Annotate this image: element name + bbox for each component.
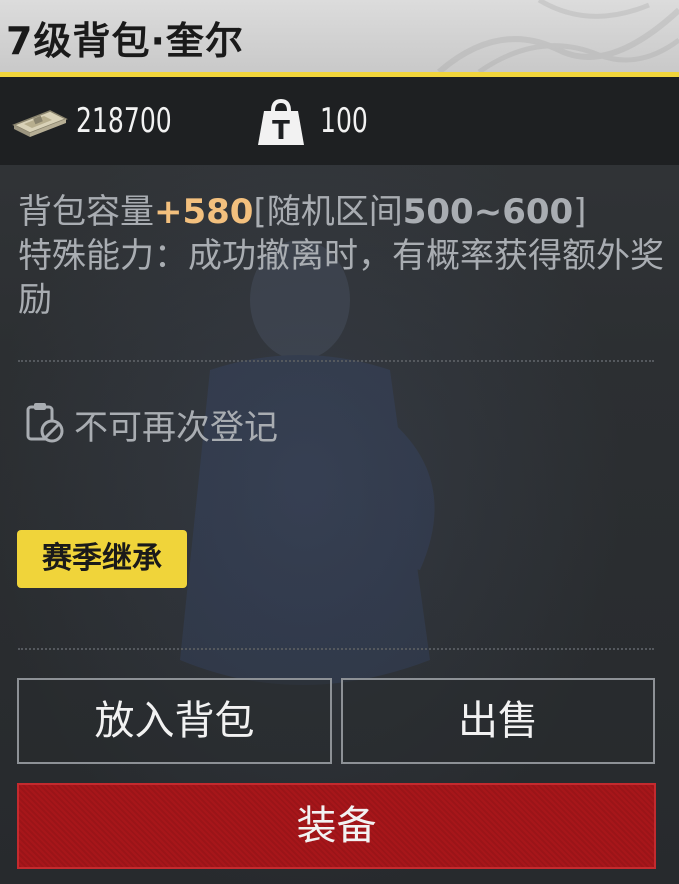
currency-bar: 218700 T 100 <box>0 77 679 165</box>
svg-text:T: T <box>272 116 290 146</box>
title-decoration <box>437 0 679 72</box>
range-value: 500~600 <box>402 192 574 232</box>
weight-value: 100 <box>320 101 368 141</box>
item-detail-panel: 7级背包·奎尔 218700 T 100 背包容量+580[随机区间500~60… <box>0 0 679 884</box>
clipboard-forbidden-icon <box>26 403 64 443</box>
range-open: [随机区间 <box>253 192 403 232</box>
cash-stack-icon <box>12 110 68 137</box>
range-close: ] <box>573 192 587 232</box>
money-value: 218700 <box>76 101 172 141</box>
sell-button[interactable]: 出售 <box>341 678 655 764</box>
equip-button[interactable]: 装备 <box>17 783 656 869</box>
register-text: 不可再次登记 <box>74 408 278 448</box>
special-ability-text: 特殊能力：成功撤离时，有概率获得额外奖励 <box>18 236 664 320</box>
divider-bottom <box>18 648 654 650</box>
put-in-backpack-button[interactable]: 放入背包 <box>17 678 332 764</box>
capacity-label: 背包容量 <box>18 192 154 232</box>
item-title: 7级背包·奎尔 <box>6 19 244 63</box>
item-description: 背包容量+580[随机区间500~600] 特殊能力：成功撤离时，有概率获得额外… <box>18 190 668 322</box>
capacity-line: 背包容量+580[随机区间500~600] <box>18 190 668 234</box>
divider-top <box>18 360 654 362</box>
title-bar: 7级背包·奎尔 <box>0 0 679 77</box>
season-inherit-badge: 赛季继承 <box>17 530 187 588</box>
weight-t-icon: T <box>258 98 304 146</box>
capacity-value: +580 <box>154 192 254 232</box>
